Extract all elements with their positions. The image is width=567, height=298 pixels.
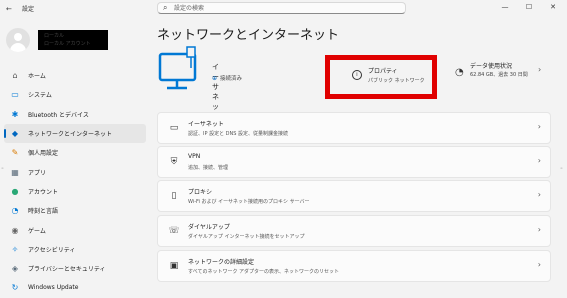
connection-status: ⊕ 接続済み <box>212 74 242 82</box>
system-icon: ▭ <box>11 90 19 100</box>
sidebar-item-privacy[interactable]: ◈ プライバシーとセキュリティ <box>4 259 146 278</box>
info-icon: i <box>352 70 362 80</box>
windows-update-icon: ↻ <box>11 283 19 293</box>
card-title: ネットワークの詳細設定 <box>188 259 255 266</box>
close-button[interactable]: ✕ <box>546 1 560 13</box>
sidebar-item-label: 個人用設定 <box>28 150 59 158</box>
sidebar-item-network[interactable]: ◆ ネットワークとインターネット <box>4 123 146 144</box>
ethernet-icon: ▭ <box>169 123 179 133</box>
connection-status-text: 接続済み <box>220 76 243 82</box>
chevron-right-icon: › <box>538 65 542 74</box>
properties-subtitle: パブリック ネットワーク <box>368 78 425 84</box>
data-usage-subtitle: 62.84 GB、過去 30 日間 <box>470 72 528 78</box>
card-subtitle: 認証、IP 設定と DNS 設定、従量制課金接続 <box>188 131 289 137</box>
proxy-icon: ▯ <box>171 191 177 201</box>
card-title: プロキシ <box>188 189 213 196</box>
sidebar-item-time-language[interactable]: ◔ 時刻と言語 <box>4 201 146 220</box>
personalization-icon: ✎ <box>11 148 19 158</box>
privacy-icon: ◈ <box>11 264 19 274</box>
resize-handle-right[interactable]: ◦ <box>560 166 563 172</box>
globe-icon: ⊕ <box>212 75 218 82</box>
sidebar-item-label: プライバシーとセキュリティ <box>28 266 106 274</box>
sidebar-item-label: Bluetooth とデバイス <box>28 111 89 119</box>
sidebar-item-label: アクセシビリティ <box>28 246 76 254</box>
accessibility-icon: ✧ <box>11 244 19 254</box>
sidebar-item-label: 時刻と言語 <box>28 208 59 216</box>
sidebar-item-system[interactable]: ▭ システム <box>4 85 146 104</box>
sidebar-item-label: システム <box>28 92 52 100</box>
apps-icon: ▦ <box>11 167 19 177</box>
dialup-icon: ☏ <box>168 226 180 236</box>
sidebar-item-label: ホーム <box>28 73 46 81</box>
card-title: イーサネット <box>188 121 224 128</box>
card-advanced-network[interactable]: ▣ ネットワークの詳細設定 すべてのネットワーク アダプターの表示、ネットワーク… <box>157 250 551 282</box>
time-language-icon: ◔ <box>11 206 19 216</box>
card-subtitle: Wi-Fi および イーサネット接続用のプロキシ サーバー <box>188 199 310 205</box>
chevron-right-icon: › <box>537 122 541 131</box>
sidebar-item-home[interactable]: ⌂ ホーム <box>4 66 146 85</box>
properties-button[interactable]: i プロパティ パブリック ネットワーク <box>325 55 437 99</box>
sidebar-item-label: アプリ <box>28 169 47 177</box>
vpn-icon: ⛨ <box>170 157 178 167</box>
sidebar-item-accounts[interactable]: ● アカウント <box>4 182 146 201</box>
account-email: ローカル アカウント <box>44 41 91 47</box>
advanced-network-icon: ▣ <box>169 261 179 271</box>
accounts-icon: ● <box>11 186 19 196</box>
sidebar-item-label: ゲーム <box>28 227 46 235</box>
sidebar-nav: ⌂ ホーム ▭ システム ✱ Bluetooth とデバイス ◆ ネットワークとインター… <box>4 66 146 298</box>
data-usage-title: データ使用状況 <box>470 63 513 70</box>
avatar <box>6 28 30 52</box>
sidebar-item-bluetooth[interactable]: ✱ Bluetooth とデバイス <box>4 105 146 124</box>
sidebar-item-label: Windows Update <box>28 284 79 292</box>
network-icon: ◆ <box>11 129 19 139</box>
data-usage-icon: ◔ <box>455 67 464 78</box>
chevron-right-icon: › <box>537 190 541 199</box>
minimize-button[interactable]: — <box>498 1 512 13</box>
sidebar-item-gaming[interactable]: ◉ ゲーム <box>4 220 146 239</box>
resize-handle-left[interactable]: ◦ <box>1 166 4 172</box>
chevron-right-icon: › <box>537 225 541 234</box>
sidebar-item-label: アカウント <box>28 188 59 196</box>
card-subtitle: 追加、接続、管理 <box>188 165 229 171</box>
chevron-right-icon: › <box>537 156 541 165</box>
search-placeholder: 設定の検索 <box>174 5 205 12</box>
page-title: ネットワークとインターネット <box>157 28 340 43</box>
search-icon: ⌕ <box>163 3 168 12</box>
bluetooth-icon: ✱ <box>11 109 19 119</box>
card-proxy[interactable]: ▯ プロキシ Wi-Fi および イーサネット接続用のプロキシ サーバー › <box>157 180 551 212</box>
gaming-icon: ◉ <box>11 225 19 235</box>
card-title: VPN <box>188 153 201 160</box>
card-dialup[interactable]: ☏ ダイヤルアップ ダイヤルアップ インターネット接続をセットアップ › <box>157 215 551 247</box>
app-title: 設定 <box>22 6 35 13</box>
redacted-account-info: ローカル ローカル アカウント <box>38 30 108 50</box>
properties-title: プロパティ <box>368 68 398 75</box>
chevron-right-icon: › <box>537 260 541 269</box>
ethernet-large-icon <box>158 46 197 90</box>
card-title: ダイヤルアップ <box>188 224 230 231</box>
sidebar-item-label: ネットワークとインターネット <box>28 131 113 139</box>
title-bar: ← 設定 ⌕ 設定の検索 — ☐ ✕ <box>0 0 567 16</box>
account-name: ローカル <box>44 33 65 39</box>
sidebar-item-accessibility[interactable]: ✧ アクセシビリティ <box>4 240 146 259</box>
sidebar-item-personalization[interactable]: ✎ 個人用設定 <box>4 143 146 162</box>
card-subtitle: すべてのネットワーク アダプターの表示、ネットワークのリセット <box>188 269 340 275</box>
home-icon: ⌂ <box>12 71 18 81</box>
search-input[interactable]: ⌕ 設定の検索 <box>157 2 406 14</box>
sidebar-item-apps[interactable]: ▦ アプリ <box>4 162 146 181</box>
card-subtitle: ダイヤルアップ インターネット接続をセットアップ <box>188 234 305 240</box>
card-vpn[interactable]: ⛨ VPN 追加、接続、管理 › <box>157 146 551 178</box>
card-ethernet[interactable]: ▭ イーサネット 認証、IP 設定と DNS 設定、従量制課金接続 › <box>157 112 551 144</box>
maximize-button[interactable]: ☐ <box>522 1 536 13</box>
back-arrow-icon[interactable]: ← <box>6 5 12 13</box>
